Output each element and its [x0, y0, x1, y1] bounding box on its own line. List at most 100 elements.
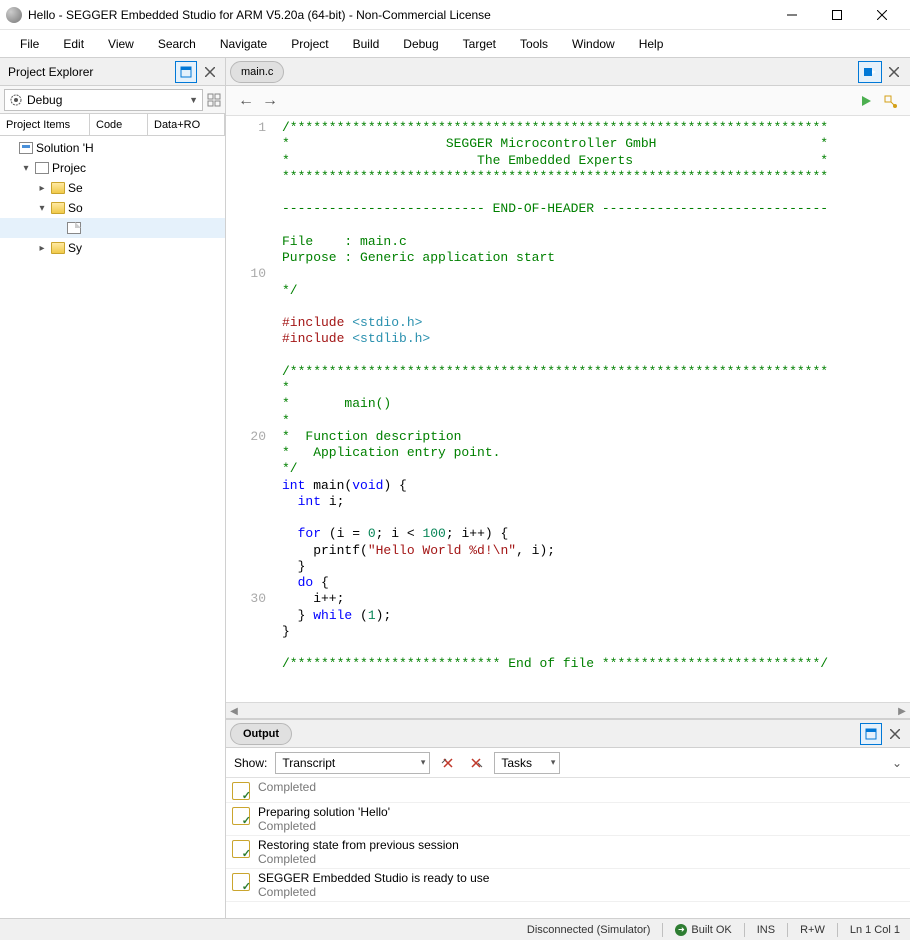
- status-ins: INS: [757, 924, 775, 936]
- output-pin-icon[interactable]: [860, 723, 882, 745]
- scroll-left-icon[interactable]: ◀: [226, 703, 242, 719]
- minimize-button[interactable]: [769, 1, 814, 29]
- editor-close-icon[interactable]: [882, 61, 906, 83]
- debug-step-icon[interactable]: [878, 89, 902, 113]
- task-complete-icon: [232, 782, 250, 800]
- config-selector-row: Debug ▼: [0, 86, 225, 114]
- output-entry-status: Completed: [258, 819, 390, 833]
- task-complete-icon: [232, 840, 250, 858]
- menu-help[interactable]: Help: [627, 33, 676, 55]
- debug-config-icon: [9, 93, 23, 107]
- tree-item[interactable]: ▸ Sy: [0, 238, 225, 258]
- output-filter-select[interactable]: Transcript: [275, 752, 430, 774]
- output-next-icon[interactable]: [466, 753, 486, 773]
- build-config-select[interactable]: Debug ▼: [4, 89, 203, 111]
- project-explorer-panel: Project Explorer Debug ▼ Project ItemsCo…: [0, 58, 226, 918]
- menu-project[interactable]: Project: [279, 33, 340, 55]
- editor-tab-label: main.c: [241, 66, 273, 78]
- output-entry-status: Completed: [258, 780, 316, 794]
- output-tab[interactable]: Output: [230, 723, 292, 745]
- tree-item[interactable]: ▸ Se: [0, 178, 225, 198]
- show-label: Show:: [234, 756, 267, 770]
- close-button[interactable]: [859, 1, 904, 29]
- config-grid-icon[interactable]: [207, 93, 221, 107]
- menu-target[interactable]: Target: [451, 33, 508, 55]
- project-tree[interactable]: Solution 'H ▾Projec ▸ Se ▾So ▸ Sy: [0, 136, 225, 918]
- menu-navigate[interactable]: Navigate: [208, 33, 279, 55]
- output-tasks-select[interactable]: Tasks: [494, 752, 560, 774]
- menu-view[interactable]: View: [96, 33, 146, 55]
- maximize-button[interactable]: [814, 1, 859, 29]
- output-entry[interactable]: Completed: [226, 778, 910, 803]
- output-clear-icon[interactable]: [438, 753, 458, 773]
- project-icon: [35, 162, 49, 174]
- column-header[interactable]: Code: [90, 114, 148, 135]
- code-editor[interactable]: 1102030 /*******************************…: [226, 116, 910, 702]
- output-entry-title: SEGGER Embedded Studio is ready to use: [258, 871, 489, 885]
- tree-item[interactable]: Solution 'H: [0, 138, 225, 158]
- tree-item[interactable]: [0, 218, 225, 238]
- output-panel: Output Show: Transcript: [226, 718, 910, 918]
- expand-icon[interactable]: ▾: [20, 163, 32, 174]
- output-header: Output: [226, 720, 910, 748]
- window-controls: [769, 1, 904, 29]
- menu-edit[interactable]: Edit: [51, 33, 96, 55]
- output-filter-value: Transcript: [282, 756, 335, 770]
- output-entry[interactable]: SEGGER Embedded Studio is ready to useCo…: [226, 869, 910, 902]
- expand-icon[interactable]: ▸: [36, 243, 48, 254]
- output-entry-status: Completed: [258, 852, 459, 866]
- output-tasks-value: Tasks: [501, 756, 532, 770]
- output-entry-title: Restoring state from previous session: [258, 838, 459, 852]
- output-list[interactable]: CompletedPreparing solution 'Hello'Compl…: [226, 778, 910, 918]
- menubar: FileEditViewSearchNavigateProjectBuildDe…: [0, 30, 910, 58]
- build-config-label: Debug: [27, 93, 189, 107]
- editor-hscrollbar[interactable]: ◀ ▶: [226, 702, 910, 718]
- project-columns-header: Project ItemsCodeData+RO: [0, 114, 225, 136]
- folder-icon: [51, 182, 65, 194]
- tree-label: Sy: [68, 241, 82, 255]
- code-content[interactable]: /***************************************…: [274, 116, 910, 702]
- output-toolbar: Show: Transcript Tasks ⌄: [226, 748, 910, 778]
- status-build: ➜ Built OK: [675, 924, 731, 936]
- menu-build[interactable]: Build: [341, 33, 392, 55]
- folder-icon: [51, 242, 65, 254]
- window-title: Hello - SEGGER Embedded Studio for ARM V…: [28, 8, 769, 22]
- output-tab-label: Output: [243, 728, 279, 740]
- panel-close-icon[interactable]: [199, 61, 221, 83]
- project-explorer-title: Project Explorer: [4, 65, 173, 79]
- titlebar: Hello - SEGGER Embedded Studio for ARM V…: [0, 0, 910, 30]
- editor-tab[interactable]: main.c: [230, 61, 284, 83]
- nav-back-icon[interactable]: ←: [234, 89, 258, 113]
- output-entry-status: Completed: [258, 885, 489, 899]
- menu-tools[interactable]: Tools: [508, 33, 560, 55]
- tree-item[interactable]: ▾So: [0, 198, 225, 218]
- status-position: Ln 1 Col 1: [850, 924, 900, 936]
- output-entry[interactable]: Restoring state from previous sessionCom…: [226, 836, 910, 869]
- status-rw: R+W: [800, 924, 825, 936]
- task-complete-icon: [232, 807, 250, 825]
- app-icon: [6, 7, 22, 23]
- tree-item[interactable]: ▾Projec: [0, 158, 225, 178]
- output-collapse-icon[interactable]: ⌄: [892, 756, 902, 770]
- menu-search[interactable]: Search: [146, 33, 208, 55]
- output-close-icon[interactable]: [884, 723, 906, 745]
- tree-label: Se: [68, 181, 83, 195]
- menu-debug[interactable]: Debug: [391, 33, 450, 55]
- tree-label: Solution 'H: [36, 141, 94, 155]
- output-entry[interactable]: Preparing solution 'Hello'Completed: [226, 803, 910, 836]
- nav-forward-icon[interactable]: →: [258, 89, 282, 113]
- scroll-right-icon[interactable]: ▶: [894, 703, 910, 719]
- chevron-down-icon: ▼: [189, 95, 198, 105]
- column-header[interactable]: Project Items: [0, 114, 90, 135]
- statusbar: Disconnected (Simulator) ➜ Built OK INS …: [0, 918, 910, 940]
- editor-tab-row: main.c: [226, 58, 910, 86]
- tab-overflow-icon[interactable]: [858, 61, 882, 83]
- menu-file[interactable]: File: [8, 33, 51, 55]
- panel-view-toggle-icon[interactable]: [175, 61, 197, 83]
- task-complete-icon: [232, 873, 250, 891]
- column-header[interactable]: Data+RO: [148, 114, 225, 135]
- menu-window[interactable]: Window: [560, 33, 627, 55]
- expand-icon[interactable]: ▸: [36, 183, 48, 194]
- expand-icon[interactable]: ▾: [36, 203, 48, 214]
- run-icon[interactable]: [854, 89, 878, 113]
